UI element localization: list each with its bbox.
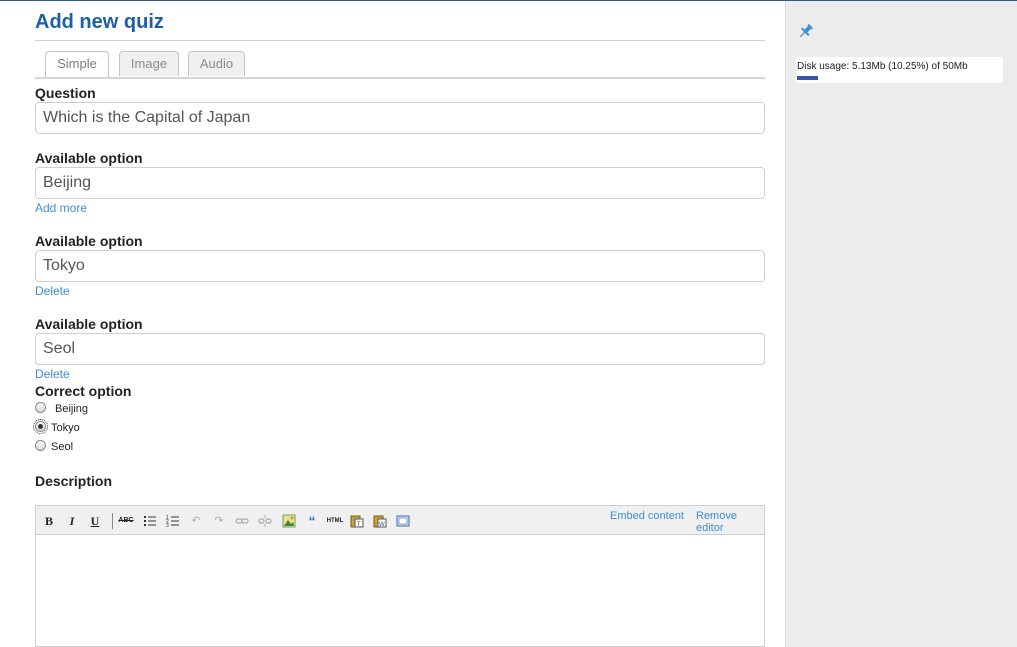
disk-usage-bar-fill bbox=[797, 76, 818, 80]
question-label: Question bbox=[35, 85, 96, 101]
radio-tokyo[interactable] bbox=[33, 419, 48, 434]
undo-icon[interactable]: ↶ bbox=[188, 514, 204, 528]
underline-icon[interactable]: U bbox=[87, 514, 103, 528]
svg-text:W: W bbox=[379, 522, 385, 528]
spellcheck-icon[interactable]: ABC bbox=[118, 514, 134, 528]
disk-usage-panel: Disk usage: 5.13Mb (10.25%) of 50Mb bbox=[796, 57, 1003, 83]
delete-option-3-link[interactable]: Delete bbox=[35, 367, 70, 381]
radio-seol-label: Seol bbox=[51, 441, 74, 453]
toolbar-separator bbox=[112, 513, 113, 529]
option-1-input[interactable] bbox=[35, 167, 765, 199]
insert-image-icon[interactable] bbox=[281, 514, 297, 528]
description-editor: B I U ABC 123 ↶ ↷ “ HTML T W Embed conte… bbox=[35, 505, 765, 647]
radio-tokyo-label: Tokyo bbox=[51, 422, 80, 434]
embed-content-link[interactable]: Embed content bbox=[610, 510, 684, 522]
question-input[interactable] bbox=[35, 102, 765, 134]
editor-text-area[interactable] bbox=[36, 535, 764, 646]
description-label: Description bbox=[35, 473, 113, 489]
add-more-link[interactable]: Add more bbox=[35, 201, 87, 215]
title-divider bbox=[35, 40, 765, 41]
page-title: Add new quiz bbox=[35, 11, 164, 33]
correct-option-label: Correct option bbox=[35, 383, 132, 399]
svg-text:T: T bbox=[357, 522, 361, 528]
option-3-label: Available option bbox=[35, 316, 143, 332]
pin-icon[interactable] bbox=[797, 22, 815, 40]
disk-usage-bar bbox=[797, 76, 1004, 80]
tab-simple[interactable]: Simple bbox=[45, 51, 109, 79]
numbered-list-icon[interactable]: 123 bbox=[165, 514, 181, 529]
bulleted-list-icon[interactable] bbox=[142, 514, 158, 528]
html-source-icon[interactable]: HTML bbox=[324, 514, 346, 528]
option-3-input[interactable] bbox=[35, 333, 765, 365]
link-icon[interactable] bbox=[234, 514, 250, 528]
radio-beijing[interactable] bbox=[35, 402, 46, 413]
option-2-label: Available option bbox=[35, 233, 143, 249]
sidebar bbox=[785, 1, 1017, 647]
tab-image[interactable]: Image bbox=[119, 51, 179, 76]
redo-icon[interactable]: ↷ bbox=[211, 514, 227, 528]
paste-word-icon[interactable]: W bbox=[372, 514, 388, 528]
option-1-label: Available option bbox=[35, 150, 143, 166]
editor-toolbar: B I U ABC 123 ↶ ↷ “ HTML T W Embed conte… bbox=[36, 506, 764, 535]
bold-icon[interactable]: B bbox=[41, 514, 57, 528]
radio-beijing-label: Beijing bbox=[55, 403, 89, 415]
svg-text:3: 3 bbox=[166, 523, 169, 528]
unlink-icon[interactable] bbox=[257, 514, 273, 528]
paste-text-icon[interactable]: T bbox=[349, 514, 365, 528]
option-2-input[interactable] bbox=[35, 250, 765, 282]
remove-editor-link[interactable]: Remove editor bbox=[696, 510, 764, 534]
tab-audio[interactable]: Audio bbox=[188, 51, 245, 76]
fullscreen-icon[interactable] bbox=[395, 514, 411, 528]
radio-seol[interactable] bbox=[35, 440, 46, 451]
disk-usage-text: Disk usage: 5.13Mb (10.25%) of 50Mb bbox=[797, 61, 968, 72]
tab-divider bbox=[35, 77, 765, 79]
delete-option-2-link[interactable]: Delete bbox=[35, 284, 70, 298]
italic-icon[interactable]: I bbox=[64, 514, 80, 528]
blockquote-icon[interactable]: “ bbox=[304, 514, 320, 528]
